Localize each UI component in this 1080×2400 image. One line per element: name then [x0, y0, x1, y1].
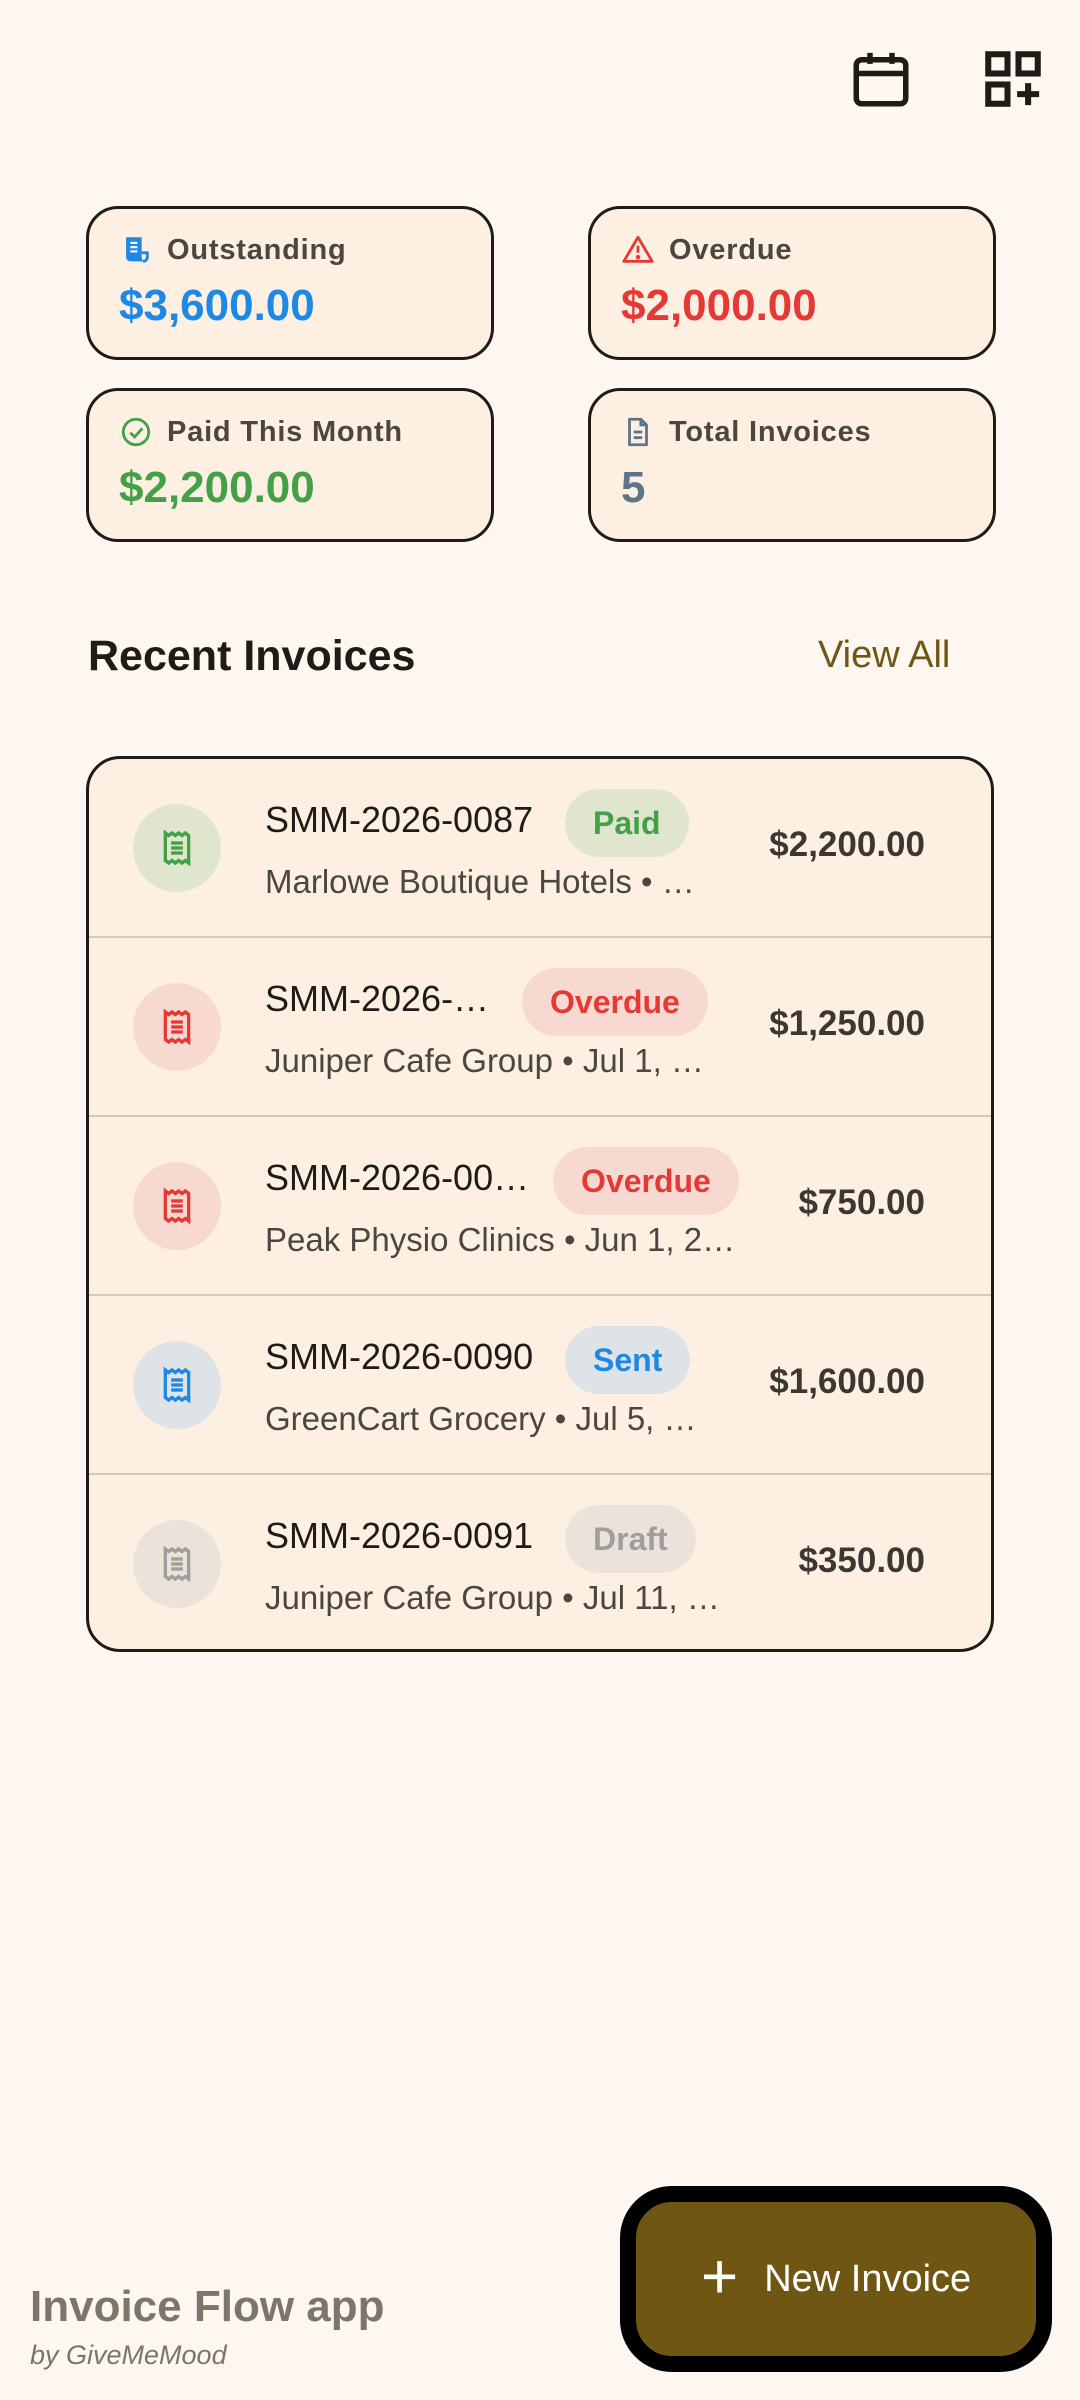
- invoice-avatar: [133, 804, 221, 892]
- invoice-row[interactable]: SMM-2026-… Overdue Juniper Cafe Group • …: [89, 938, 991, 1117]
- stat-card-overdue[interactable]: Overdue $2,000.00: [588, 206, 996, 360]
- stat-label: Overdue: [669, 233, 793, 266]
- status-badge: Draft: [565, 1505, 696, 1573]
- stat-value: $2,000.00: [621, 281, 817, 330]
- receipt-icon: [163, 1187, 191, 1225]
- invoice-avatar: [133, 1341, 221, 1429]
- new-invoice-button[interactable]: + New Invoice: [620, 2186, 1052, 2372]
- recent-invoices-title: Recent Invoices: [88, 632, 416, 680]
- invoice-amount: $350.00: [798, 1541, 925, 1580]
- new-invoice-label: New Invoice: [764, 2257, 972, 2300]
- invoice-number: SMM-2026-00…: [265, 1157, 530, 1198]
- stat-value: $3,600.00: [119, 281, 315, 330]
- stat-label: Total Invoices: [669, 415, 872, 448]
- status-badge: Sent: [565, 1326, 691, 1394]
- check-circle-icon: [121, 417, 151, 447]
- stat-value: $2,200.00: [119, 463, 315, 512]
- invoice-row[interactable]: SMM-2026-0087 Paid Marlowe Boutique Hote…: [89, 759, 991, 938]
- recent-invoices-list: SMM-2026-0087 Paid Marlowe Boutique Hote…: [86, 756, 994, 1652]
- stat-card-paid-this-month[interactable]: Paid This Month $2,200.00: [86, 388, 494, 542]
- invoice-avatar: [133, 1520, 221, 1608]
- plus-icon: +: [700, 2240, 739, 2312]
- invoice-amount: $750.00: [798, 1183, 925, 1222]
- view-all-link[interactable]: View All: [818, 634, 950, 677]
- receipt-icon: [163, 1545, 191, 1583]
- receipt-icon: [126, 237, 149, 263]
- invoice-client-date: Juniper Cafe Group • Jul 11, …: [265, 1579, 720, 1616]
- invoice-amount: $2,200.00: [769, 825, 925, 864]
- status-badge: Paid: [565, 789, 689, 857]
- invoice-row[interactable]: SMM-2026-00… Overdue Peak Physio Clinics…: [89, 1117, 991, 1296]
- stat-value: 5: [621, 463, 646, 512]
- status-badge: Overdue: [553, 1147, 739, 1215]
- invoice-avatar: [133, 1162, 221, 1250]
- brand-name: Invoice Flow app: [30, 2282, 385, 2331]
- invoice-row[interactable]: SMM-2026-0090 Sent GreenCart Grocery • J…: [89, 1296, 991, 1475]
- receipt-icon: [163, 1008, 191, 1046]
- invoice-amount: $1,250.00: [769, 1004, 925, 1043]
- invoice-number: SMM-2026-0087: [265, 799, 534, 840]
- invoice-client-date: Juniper Cafe Group • Jul 1, …: [265, 1042, 704, 1079]
- stat-card-total-invoices[interactable]: Total Invoices 5: [588, 388, 996, 542]
- document-icon: [628, 417, 648, 447]
- invoice-amount: $1,600.00: [769, 1362, 925, 1401]
- invoice-client-date: Peak Physio Clinics • Jun 1, 2…: [265, 1221, 736, 1258]
- invoice-number: SMM-2026-0091: [265, 1515, 534, 1556]
- invoice-number: SMM-2026-…: [265, 978, 490, 1019]
- warning-icon: [622, 235, 654, 263]
- top-app-bar: [0, 40, 1080, 120]
- status-badge: Overdue: [522, 968, 708, 1036]
- qr-add-icon[interactable]: [980, 46, 1046, 112]
- invoice-client-date: GreenCart Grocery • Jul 5, …: [265, 1400, 697, 1437]
- receipt-icon: [163, 829, 191, 867]
- receipt-icon: [163, 1366, 191, 1404]
- stat-label: Outstanding: [167, 233, 347, 266]
- stat-card-outstanding[interactable]: Outstanding $3,600.00: [86, 206, 494, 360]
- calendar-icon[interactable]: [848, 46, 914, 112]
- dashboard-screen: Outstanding $3,600.00 Overdue $2,000.00 …: [0, 0, 1080, 2400]
- brand-byline: by GiveMeMood: [30, 2340, 227, 2370]
- invoice-client-date: Marlowe Boutique Hotels • …: [265, 863, 695, 900]
- stat-label: Paid This Month: [167, 415, 403, 448]
- invoice-number: SMM-2026-0090: [265, 1336, 534, 1377]
- invoice-avatar: [133, 983, 221, 1071]
- invoice-row[interactable]: SMM-2026-0091 Draft Juniper Cafe Group •…: [89, 1475, 991, 1649]
